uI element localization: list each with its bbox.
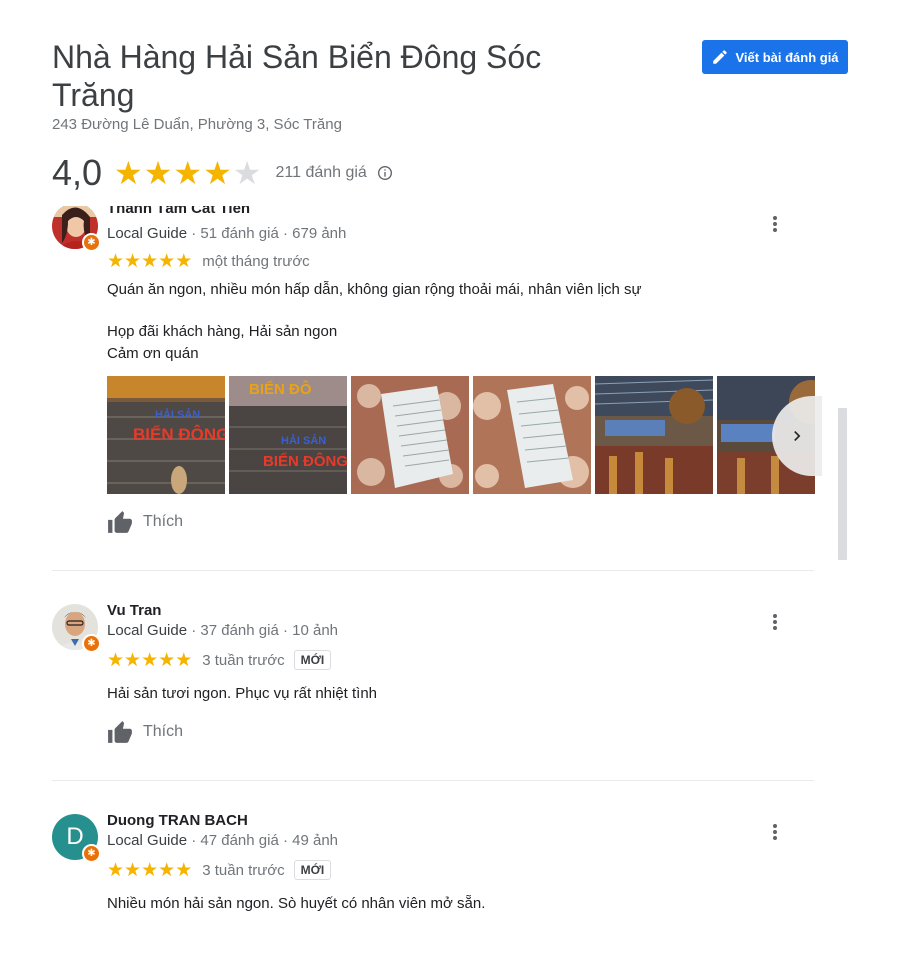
- review-text-line: Nhiều món hải sản ngon. Sò huyết có nhân…: [107, 895, 486, 912]
- thumbs-up-icon: [108, 721, 132, 743]
- star-icon: ★: [203, 155, 232, 191]
- star-icon: ★: [141, 649, 159, 671]
- reviewer-name[interactable]: Duong TRAN BACH: [107, 812, 248, 829]
- review-rating: ★ ★ ★ ★ ★ 3 tuần trước MỚI: [107, 649, 332, 671]
- chevron-right-icon: [794, 431, 801, 441]
- review-rating: ★ ★ ★ ★ ★ một tháng trước: [107, 252, 310, 271]
- review-photo[interactable]: HẢI SẢN BIỂN ĐÔNG: [107, 376, 225, 494]
- pencil-icon: [713, 50, 728, 64]
- more-options-icon[interactable]: [770, 214, 780, 234]
- like-button[interactable]: Thích: [107, 720, 183, 744]
- reviews-list[interactable]: ✱ Thanh Tâm Cát Tiên Local Guide · 51 đá…: [52, 206, 832, 966]
- info-icon[interactable]: [377, 165, 393, 181]
- star-icon: ★: [124, 251, 142, 272]
- photo-sign-text: BIỂN ĐÔNG: [133, 425, 225, 444]
- local-guide-badge-icon: ✱: [82, 233, 101, 252]
- review-text-line: Hải sản tươi ngon. Phục vụ rất nhiệt tìn…: [107, 685, 378, 702]
- review-text-line: Cảm ơn quán: [107, 345, 199, 362]
- local-guide-label: Local Guide: [107, 832, 188, 849]
- review-count: 211 đánh giá: [275, 164, 367, 181]
- star-icon: ★: [107, 859, 125, 881]
- review-photo[interactable]: BIỂN ĐÔ HẢI SẢN BIỂN ĐÔNG: [229, 376, 347, 494]
- star-empty-icon: ★: [232, 155, 262, 191]
- average-rating: 4,0: [52, 152, 103, 193]
- write-review-label: Viết bài đánh giá: [735, 49, 839, 65]
- avatar-letter: D: [66, 823, 84, 850]
- local-guide-label: Local Guide: [107, 622, 188, 639]
- reviewer-stats: · 37 đánh giá · 10 ảnh: [187, 622, 339, 639]
- star-icon: ★: [173, 155, 203, 191]
- photo-sign-text: BIỂN ĐÔNG: [263, 452, 347, 470]
- star-icon: ★: [175, 859, 193, 881]
- reviewer-stats: · 51 đánh giá · 679 ảnh: [187, 225, 347, 242]
- reviewer-name[interactable]: Vu Tran: [107, 602, 161, 619]
- more-options-icon[interactable]: [770, 612, 780, 632]
- photo-sign-text: BIỂN ĐÔ: [249, 380, 312, 398]
- reviewer-meta: Local Guide · 47 đánh giá · 49 ảnh: [107, 832, 338, 849]
- review-rating: ★ ★ ★ ★ ★ 3 tuần trước MỚI: [107, 859, 332, 881]
- review-photo[interactable]: [473, 376, 591, 494]
- avatar[interactable]: ✱: [52, 604, 101, 653]
- star-icon: ★: [107, 649, 125, 671]
- photo-sign-text: HẢI SẢN: [281, 434, 326, 447]
- scrollbar[interactable]: [838, 408, 847, 560]
- avatar[interactable]: ✱: [52, 206, 101, 252]
- reviewer-meta: Local Guide · 51 đánh giá · 679 ảnh: [107, 225, 346, 242]
- reviewer-name[interactable]: Thanh Tâm Cát Tiên: [107, 206, 250, 217]
- photo-sign-text: HẢI SẢN: [155, 408, 200, 421]
- new-badge: MỚI: [293, 650, 332, 670]
- avatar[interactable]: D ✱: [52, 814, 101, 863]
- star-icon: ★: [124, 859, 142, 881]
- review-photo[interactable]: [351, 376, 469, 494]
- star-icon: ★: [175, 251, 193, 272]
- review-photo[interactable]: [595, 376, 713, 494]
- star-icon: ★: [158, 649, 176, 671]
- star-icon: ★: [141, 859, 159, 881]
- star-icon: ★: [114, 155, 143, 191]
- review-photos: HẢI SẢN BIỂN ĐÔNG BIỂN ĐÔ HẢI SẢN BIỂN Đ…: [107, 376, 815, 494]
- like-label: Thích: [143, 723, 184, 740]
- like-button[interactable]: Thích: [107, 510, 183, 534]
- rating-summary: 4,0 ★ ★ ★ ★ ★ 211 đánh giá: [52, 152, 393, 194]
- star-icon: ★: [143, 155, 173, 191]
- star-icon: ★: [107, 251, 125, 272]
- local-guide-badge-icon: ✱: [82, 844, 101, 863]
- review-date: 3 tuần trước: [202, 861, 285, 879]
- thumbs-up-icon: [108, 511, 132, 533]
- write-review-button[interactable]: Viết bài đánh giá: [702, 40, 848, 74]
- more-options-icon[interactable]: [770, 822, 780, 842]
- reviewer-stats: · 47 đánh giá · 49 ảnh: [187, 832, 339, 849]
- star-icon: ★: [158, 859, 176, 881]
- review-text-line: Quán ăn ngon, nhiều món hấp dẫn, không g…: [107, 281, 642, 298]
- review-date: 3 tuần trước: [202, 651, 285, 669]
- like-label: Thích: [143, 513, 184, 530]
- local-guide-badge-icon: ✱: [82, 634, 101, 653]
- star-icon: ★: [124, 649, 142, 671]
- star-icon: ★: [175, 649, 193, 671]
- new-badge: MỚI: [293, 860, 332, 880]
- review-date: một tháng trước: [202, 253, 310, 270]
- rating-stars: ★ ★ ★ ★ ★: [114, 157, 261, 189]
- review-divider: [52, 570, 814, 571]
- local-guide-label: Local Guide: [107, 225, 188, 242]
- place-address: 243 Đường Lê Duẩn, Phường 3, Sóc Trăng: [52, 116, 342, 133]
- star-icon: ★: [158, 251, 176, 272]
- page-title: Nhà Hàng Hải Sản Biển Đông Sóc Trăng: [52, 39, 542, 113]
- reviewer-meta: Local Guide · 37 đánh giá · 10 ảnh: [107, 622, 338, 639]
- review-divider: [52, 780, 814, 781]
- star-icon: ★: [141, 251, 159, 272]
- review-text-line: Họp đãi khách hàng, Hải sản ngon: [107, 323, 338, 340]
